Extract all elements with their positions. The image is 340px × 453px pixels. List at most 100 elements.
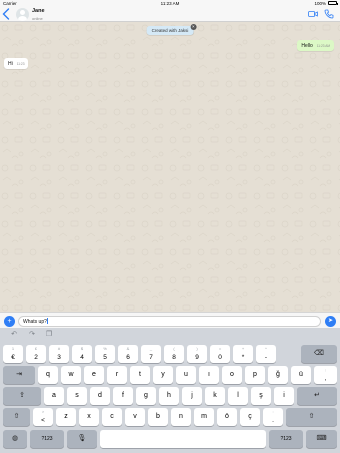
key-7[interactable]: _ 7 bbox=[141, 345, 161, 363]
key-3[interactable]: #3 bbox=[49, 345, 69, 363]
key-2[interactable]: £2 bbox=[26, 345, 46, 363]
key-angle-brackets[interactable]: > < bbox=[33, 408, 53, 426]
key-s-cedilla[interactable]: ş bbox=[251, 387, 271, 405]
key-i[interactable]: i bbox=[274, 387, 294, 405]
key-dotless-i[interactable]: ı bbox=[199, 366, 219, 384]
key-l[interactable]: l bbox=[228, 387, 248, 405]
key-f[interactable]: f bbox=[113, 387, 133, 405]
battery-status: 100% bbox=[314, 0, 338, 6]
key-q[interactable]: q bbox=[38, 366, 58, 384]
phone-call-icon[interactable] bbox=[324, 9, 334, 19]
backspace-key[interactable]: ⌫ bbox=[301, 345, 337, 363]
back-button[interactable] bbox=[2, 8, 11, 20]
space-bar[interactable] bbox=[100, 430, 266, 448]
key-k[interactable]: k bbox=[205, 387, 225, 405]
key-p[interactable]: p bbox=[245, 366, 265, 384]
key-b[interactable]: b bbox=[148, 408, 168, 426]
key-y[interactable]: y bbox=[153, 366, 173, 384]
key-o-umlaut[interactable]: ö bbox=[217, 408, 237, 426]
key-u-umlaut[interactable]: ü bbox=[291, 366, 311, 384]
key-u[interactable]: u bbox=[176, 366, 196, 384]
message-input-bar: + Whats up? ➤ bbox=[0, 312, 340, 328]
key-0[interactable]: = 0 bbox=[210, 345, 230, 363]
key-m[interactable]: m bbox=[194, 408, 214, 426]
redo-icon[interactable]: ↷ bbox=[27, 330, 37, 340]
shift-right-key[interactable]: ⇧ bbox=[286, 408, 337, 426]
numbers-key-right[interactable]: ?123 bbox=[269, 430, 303, 448]
key-v[interactable]: v bbox=[125, 408, 145, 426]
chat-wallpaper bbox=[0, 22, 340, 312]
key-e[interactable]: e bbox=[84, 366, 104, 384]
key-4[interactable]: $4 bbox=[72, 345, 92, 363]
key-h[interactable]: h bbox=[159, 387, 179, 405]
keyboard-toolbar: ↶ ↷ ❐ bbox=[0, 328, 340, 342]
keyboard: ↶ ↷ ❐ 1 € £2 #3 $4 % 5 & 6 _ 7 (8 ) 9 = 0 + * ^… bbox=[0, 328, 340, 453]
close-icon[interactable]: × bbox=[190, 23, 197, 30]
battery-percent: 100% bbox=[314, 0, 326, 6]
system-message-text: Created with Jaksi bbox=[151, 28, 189, 33]
key-a[interactable]: a bbox=[44, 387, 64, 405]
shift-icon: ⇧ bbox=[308, 413, 315, 420]
return-key[interactable]: ↵ bbox=[297, 387, 337, 405]
key-t[interactable]: t bbox=[130, 366, 150, 384]
message-input[interactable]: Whats up? bbox=[18, 315, 321, 327]
key-j[interactable]: j bbox=[182, 387, 202, 405]
undo-icon[interactable]: ↶ bbox=[9, 330, 19, 340]
key-w[interactable]: w bbox=[61, 366, 81, 384]
avatar[interactable] bbox=[16, 7, 29, 21]
chat-header: Jane online bbox=[0, 6, 340, 22]
numbers-key-left[interactable]: ?123 bbox=[30, 430, 64, 448]
key-9[interactable]: ) 9 bbox=[187, 345, 207, 363]
key-d[interactable]: d bbox=[90, 387, 110, 405]
caps-lock-key[interactable]: ⇪ bbox=[3, 387, 41, 405]
send-icon: ➤ bbox=[327, 318, 334, 324]
message-time: 11:23 bbox=[16, 61, 25, 66]
key-x[interactable]: x bbox=[79, 408, 99, 426]
globe-key[interactable]: ◍ bbox=[3, 430, 27, 448]
send-button[interactable]: ➤ bbox=[325, 316, 336, 327]
message-text: Hello bbox=[301, 42, 313, 49]
key-g-breve[interactable]: ğ bbox=[268, 366, 288, 384]
shift-icon: ⇧ bbox=[13, 413, 20, 420]
key-o[interactable]: o bbox=[222, 366, 242, 384]
key-n[interactable]: n bbox=[171, 408, 191, 426]
video-call-icon[interactable] bbox=[308, 9, 318, 19]
chat-area[interactable]: Created with Jaksi × Hello 11:23 AM Hi 1… bbox=[0, 22, 340, 312]
battery-icon bbox=[328, 1, 338, 5]
attach-button[interactable]: + bbox=[4, 316, 15, 327]
message-time: 11:23 AM bbox=[316, 43, 330, 48]
dictation-key[interactable]: 🎙 bbox=[67, 430, 97, 448]
incoming-message[interactable]: Hi 11:23 bbox=[4, 58, 29, 69]
globe-icon: ◍ bbox=[11, 435, 19, 442]
key-comma[interactable]: ;, bbox=[314, 366, 337, 384]
key-s[interactable]: s bbox=[67, 387, 87, 405]
chevron-left-icon bbox=[2, 8, 10, 20]
message-text: Hi bbox=[8, 60, 13, 67]
contact-name[interactable]: Jane bbox=[32, 8, 45, 14]
key-dash[interactable]: ^ - bbox=[256, 345, 276, 363]
key-g[interactable]: g bbox=[136, 387, 156, 405]
key-asterisk[interactable]: + * bbox=[233, 345, 253, 363]
key-euro[interactable]: 1 € bbox=[3, 345, 23, 363]
key-r[interactable]: r bbox=[107, 366, 127, 384]
tab-icon: ⇥ bbox=[16, 371, 22, 378]
outgoing-message[interactable]: Hello 11:23 AM bbox=[297, 40, 334, 51]
shift-left-key[interactable]: ⇧ bbox=[3, 408, 30, 426]
paste-icon[interactable]: ❐ bbox=[44, 330, 54, 340]
key-5[interactable]: % 5 bbox=[95, 345, 115, 363]
text-cursor bbox=[47, 318, 49, 325]
contact-status: online bbox=[32, 15, 43, 21]
return-icon: ↵ bbox=[314, 392, 320, 399]
key-period[interactable]: :. bbox=[263, 408, 283, 426]
message-input-text: Whats up? bbox=[23, 318, 47, 325]
key-c[interactable]: c bbox=[102, 408, 122, 426]
microphone-icon: 🎙 bbox=[77, 435, 87, 442]
system-message: Created with Jaksi × bbox=[146, 23, 197, 35]
key-z[interactable]: z bbox=[56, 408, 76, 426]
key-8[interactable]: (8 bbox=[164, 345, 184, 363]
tab-key[interactable]: ⇥ bbox=[3, 366, 35, 384]
key-c-cedilla[interactable]: ç bbox=[240, 408, 260, 426]
keyboard-dismiss-icon: ⌨ bbox=[316, 435, 327, 442]
hide-keyboard-key[interactable]: ⌨ bbox=[306, 430, 337, 448]
key-6[interactable]: & 6 bbox=[118, 345, 138, 363]
